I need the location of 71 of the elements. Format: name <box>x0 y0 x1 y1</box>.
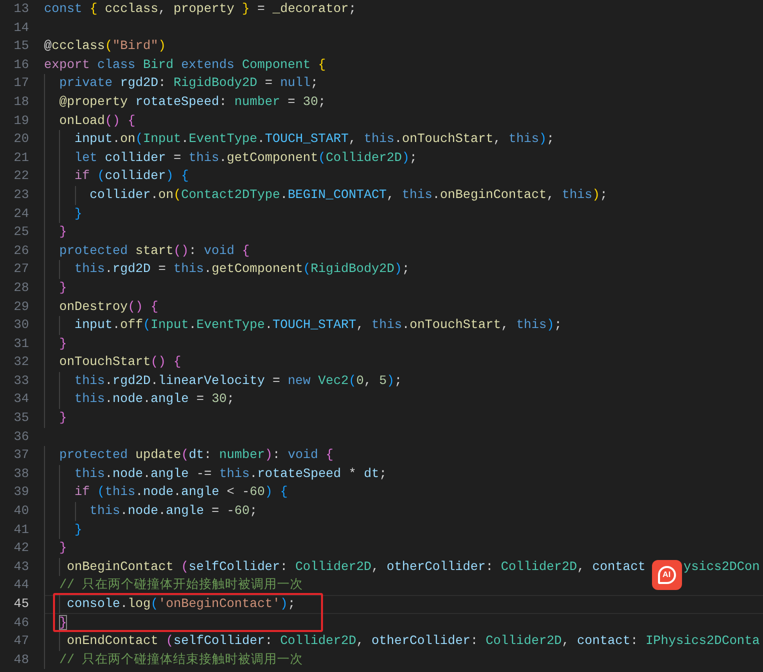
line-number: 17 <box>12 74 29 92</box>
code-line: this.rgd2D = this.getComponent(RigidBody2D); <box>73 261 410 278</box>
code-line: } <box>58 540 67 557</box>
line-number: 13 <box>12 0 29 18</box>
line-number: 15 <box>12 37 29 56</box>
line-number: 18 <box>12 92 29 111</box>
line-number: 42 <box>12 539 29 558</box>
line-number: 45 <box>12 595 29 613</box>
line-number: 32 <box>12 353 29 372</box>
line-number: 21 <box>12 148 29 167</box>
code-line: private rgd2D: RigidBody2D = null; <box>58 75 318 92</box>
line-number: 41 <box>12 520 29 539</box>
code-line: input.on(Input.EventType.TOUCH_START, this.onTouchStart, this); <box>73 131 554 148</box>
ai-assistant-button[interactable]: AI <box>652 560 682 590</box>
code-line: if (this.node.angle < -60) { <box>73 484 288 502</box>
line-number: 46 <box>12 614 29 632</box>
line-number: 39 <box>12 483 29 502</box>
code-line: onLoad() { <box>58 112 136 130</box>
code-line: } <box>73 206 82 222</box>
code-line: protected update(dt: number): void { <box>58 447 334 464</box>
code-line: this.node.angle = -60; <box>88 503 258 520</box>
code-line: collider.on(Contact2DType.BEGIN_CONTACT, this.onBeginContact, this); <box>88 186 608 204</box>
line-number: 40 <box>12 502 29 520</box>
line-number: 44 <box>12 576 29 594</box>
line-number: 30 <box>12 316 29 334</box>
code-line: onDestroy() { <box>58 298 158 316</box>
code-line: @ccclass("Bird") <box>44 38 166 55</box>
code-line: this.rgd2D.linearVelocity = new Vec2(0, 5); <box>73 372 402 390</box>
code-line: this.node.angle = 30; <box>73 391 234 408</box>
line-number: 25 <box>12 223 29 242</box>
line-number: 16 <box>12 56 29 74</box>
code-line: let collider = this.getComponent(Collider2D); <box>73 150 418 166</box>
code-line: @property rotateSpeed: number = 30; <box>58 94 326 111</box>
line-number: 37 <box>12 446 29 464</box>
line-number: 28 <box>12 278 29 297</box>
code-line: } <box>58 280 67 296</box>
code-line: onTouchStart() { <box>58 354 182 371</box>
line-number: 34 <box>12 390 29 408</box>
code-line: } <box>73 522 82 538</box>
code-line: export class Bird extends Component { <box>44 56 326 74</box>
code-line: this.node.angle -= this.rotateSpeed * dt; <box>73 466 387 482</box>
line-number: 38 <box>12 464 29 483</box>
code-line: console.log('onBeginContact'); <box>66 596 296 613</box>
line-number: 19 <box>12 112 29 130</box>
code-fragment: ysics2DCon <box>684 558 760 576</box>
code-line: input.off(Input.EventType.TOUCH_START, this.onTouchStart, this); <box>73 317 562 334</box>
line-number: 24 <box>12 204 29 223</box>
line-number: 29 <box>12 298 29 316</box>
code-comment: // 只在两个碰撞体开始接触时被调用一次 <box>58 577 304 594</box>
line-number: 26 <box>12 242 29 260</box>
line-number: 43 <box>12 558 29 576</box>
line-number: 31 <box>12 334 29 353</box>
line-number: 20 <box>12 130 29 148</box>
line-number: 47 <box>12 632 29 650</box>
line-number: 22 <box>12 167 29 186</box>
code-line: const { ccclass, property } = _decorator; <box>44 1 356 18</box>
line-number: 14 <box>12 18 29 37</box>
line-number: 36 <box>12 428 29 446</box>
code-line: } <box>58 410 67 427</box>
code-comment: // 只在两个碰撞体结束接触时被调用一次 <box>58 652 304 668</box>
code-line: protected start(): void { <box>58 242 250 260</box>
line-number: 33 <box>12 372 29 390</box>
code-line: onEndContact (selfCollider: Collider2D, otherCollider: Collider2D, contact: IPhysics2DConta <box>66 633 760 650</box>
code-line: if (collider) { <box>73 168 189 185</box>
code-line: onBeginContact (selfCollider: Collider2D, otherCollider: Collider2D, contact <box>66 558 646 576</box>
line-number: 48 <box>12 650 29 669</box>
line-number: 35 <box>12 409 29 428</box>
code-line: } <box>58 224 67 241</box>
line-number: 23 <box>12 186 29 204</box>
code-line: } <box>58 336 67 352</box>
line-number: 27 <box>12 260 29 278</box>
